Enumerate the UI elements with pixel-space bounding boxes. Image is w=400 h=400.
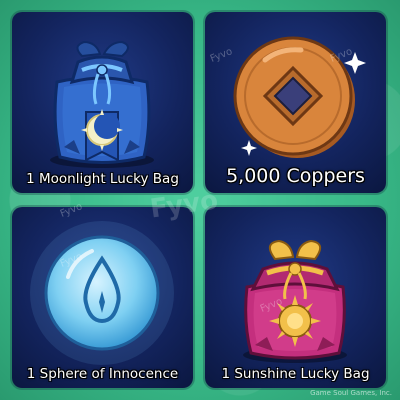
item-label: 5,000 Coppers [226, 165, 365, 187]
item-label: 1 Sunshine Lucky Bag [221, 366, 370, 382]
reward-card-moonlight-bag[interactable]: 1 Moonlight Lucky Bag [12, 12, 193, 193]
reward-card-sphere[interactable]: 1 Sphere of Innocence [12, 207, 193, 388]
moonlight-bag-icon [50, 40, 154, 168]
item-label: 1 Sphere of Innocence [26, 366, 179, 382]
copyright-text: Game Soul Games, Inc. [310, 389, 392, 397]
reward-card-sunshine-bag[interactable]: 1 Sunshine Lucky Bag [205, 207, 386, 388]
water-sphere-icon [30, 221, 174, 365]
sunshine-bag-icon [243, 239, 347, 363]
item-label: 1 Moonlight Lucky Bag [26, 171, 179, 187]
reward-card-coppers[interactable]: 5,000 Coppers [205, 12, 386, 193]
